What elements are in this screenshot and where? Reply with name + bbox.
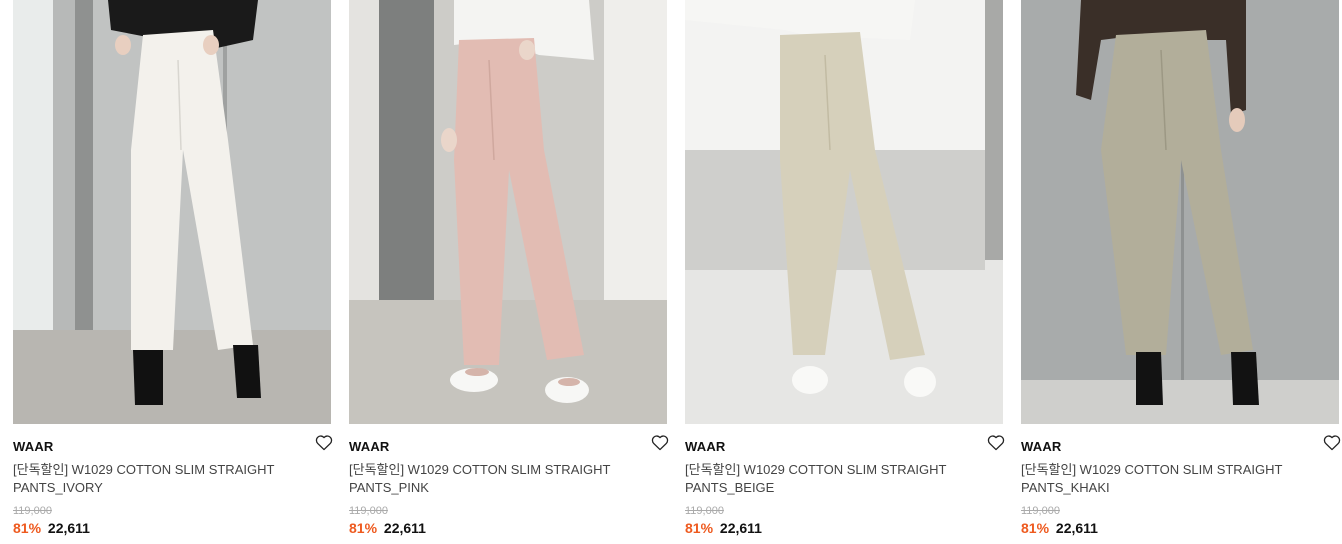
original-price: 119,000 xyxy=(685,505,724,517)
price-row: 81% 22,611 xyxy=(349,520,426,536)
heart-outline-icon[interactable] xyxy=(651,435,671,453)
discount-rate: 81% xyxy=(685,520,714,536)
discount-rate: 81% xyxy=(349,520,378,536)
product-card[interactable]: WAAR [단독할인] W1029 COTTON SLIM STRAIGHT P… xyxy=(13,0,333,544)
sale-price: 22,611 xyxy=(1055,520,1098,536)
original-price: 119,000 xyxy=(13,505,52,517)
brand-name[interactable]: WAAR xyxy=(13,439,54,454)
discount-rate: 81% xyxy=(13,520,42,536)
product-photo xyxy=(13,0,331,424)
product-photo xyxy=(1021,0,1339,424)
heart-outline-icon[interactable] xyxy=(315,435,335,453)
product-title[interactable]: [단독할인] W1029 COTTON SLIM STRAIGHT PANTS_… xyxy=(685,461,985,497)
original-price: 119,000 xyxy=(1021,505,1060,517)
sale-price: 22,611 xyxy=(47,520,90,536)
price-row: 81% 22,611 xyxy=(1021,520,1098,536)
heart-outline-icon[interactable] xyxy=(987,435,1007,453)
product-photo xyxy=(685,0,1003,424)
product-photo xyxy=(349,0,667,424)
product-title[interactable]: [단독할인] W1029 COTTON SLIM STRAIGHT PANTS_… xyxy=(1021,461,1321,497)
product-image[interactable] xyxy=(13,0,331,424)
brand-name[interactable]: WAAR xyxy=(685,439,726,454)
product-image[interactable] xyxy=(685,0,1003,424)
price-row: 81% 22,611 xyxy=(685,520,762,536)
original-price: 119,000 xyxy=(349,505,388,517)
heart-outline-icon[interactable] xyxy=(1323,435,1342,453)
product-title[interactable]: [단독할인] W1029 COTTON SLIM STRAIGHT PANTS_… xyxy=(13,461,313,497)
brand-name[interactable]: WAAR xyxy=(1021,439,1062,454)
price-row: 81% 22,611 xyxy=(13,520,90,536)
brand-name[interactable]: WAAR xyxy=(349,439,390,454)
discount-rate: 81% xyxy=(1021,520,1050,536)
sale-price: 22,611 xyxy=(383,520,426,536)
sale-price: 22,611 xyxy=(719,520,762,536)
product-image[interactable] xyxy=(349,0,667,424)
product-card[interactable]: WAAR [단독할인] W1029 COTTON SLIM STRAIGHT P… xyxy=(349,0,669,544)
product-title[interactable]: [단독할인] W1029 COTTON SLIM STRAIGHT PANTS_… xyxy=(349,461,649,497)
product-card[interactable]: WAAR [단독할인] W1029 COTTON SLIM STRAIGHT P… xyxy=(1021,0,1342,544)
product-card[interactable]: WAAR [단독할인] W1029 COTTON SLIM STRAIGHT P… xyxy=(685,0,1005,544)
product-image[interactable] xyxy=(1021,0,1339,424)
product-grid: WAAR [단독할인] W1029 COTTON SLIM STRAIGHT P… xyxy=(0,0,1342,544)
